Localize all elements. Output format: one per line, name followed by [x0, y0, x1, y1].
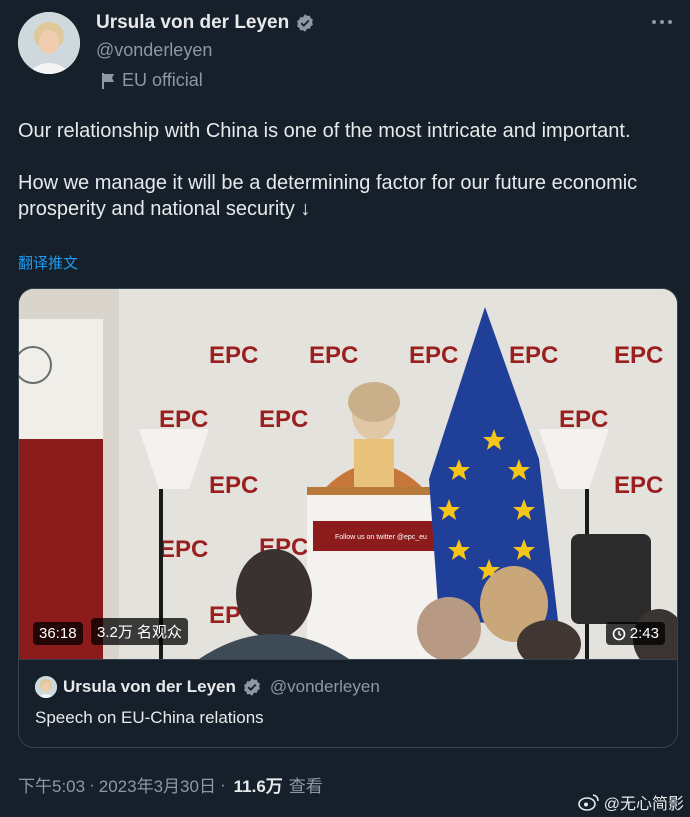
- podium-text: Follow us on twitter @epc_eu: [335, 534, 427, 541]
- tweet-footer: 下午5:03 · 2023年3月30日 · 11.6万 查看: [18, 772, 323, 797]
- account-label-text: EU official: [122, 70, 203, 90]
- epc-logo: EPC: [209, 472, 258, 499]
- watermark-text: @无心简影: [603, 796, 684, 813]
- verified-badge-icon: [297, 14, 314, 32]
- video-views: 3.2万 名观众: [91, 618, 189, 645]
- quote-author-handle: @vonderleyen: [269, 677, 380, 696]
- translate-link[interactable]: 翻译推文: [18, 252, 78, 273]
- author-name[interactable]: Ursula von der Leyen: [96, 12, 289, 34]
- separator: ·: [89, 774, 95, 794]
- epc-logo: EPC: [159, 536, 208, 563]
- epc-logo: EPC: [614, 342, 663, 369]
- epc-logo: EPC: [559, 406, 608, 433]
- tweet-text: Our relationship with China is one of th…: [18, 120, 638, 220]
- video-duration: 36:18: [33, 622, 83, 645]
- epc-logo: EPC: [614, 472, 663, 499]
- views-count: 11.6万: [233, 777, 283, 796]
- quote-avatar: [35, 676, 57, 698]
- epc-logo: EPC: [309, 342, 358, 369]
- quote-author-name: Ursula von der Leyen: [63, 677, 236, 696]
- quote-text: Speech on EU-China relations: [35, 708, 264, 727]
- views-label: 查看: [288, 777, 323, 796]
- watermark: @无心简影: [577, 790, 684, 814]
- verified-badge-icon: [243, 678, 260, 696]
- post-time[interactable]: 下午5:03: [18, 772, 85, 797]
- video-frame: EPC EPC EPC EPC EPC EPC EPC EPC EPC EPC …: [19, 289, 677, 659]
- replay-time: 2:43: [629, 625, 659, 642]
- video-player[interactable]: EPC EPC EPC EPC EPC EPC EPC EPC EPC EPC …: [19, 289, 677, 659]
- flag-icon: [102, 72, 114, 89]
- more-icon[interactable]: [652, 20, 672, 24]
- epc-logo: EPC: [509, 342, 558, 369]
- epc-logo: EPC: [409, 342, 458, 369]
- replay-badge[interactable]: 2:43: [605, 622, 665, 645]
- account-label: EU official: [100, 70, 203, 91]
- author-handle[interactable]: @vonderleyen: [96, 40, 212, 61]
- weibo-icon: [577, 794, 599, 811]
- quoted-post[interactable]: Ursula von der Leyen @vonderleyen Speech…: [19, 659, 677, 747]
- media-card[interactable]: EPC EPC EPC EPC EPC EPC EPC EPC EPC EPC …: [18, 288, 678, 748]
- separator: ·: [219, 774, 226, 794]
- author-avatar[interactable]: [18, 12, 80, 74]
- post-date[interactable]: 2023年3月30日: [99, 772, 216, 797]
- epc-logo: EPC: [159, 406, 208, 433]
- replay-icon: [612, 627, 626, 640]
- epc-logo: EPC: [259, 406, 308, 433]
- epc-logo: EPC: [209, 342, 258, 369]
